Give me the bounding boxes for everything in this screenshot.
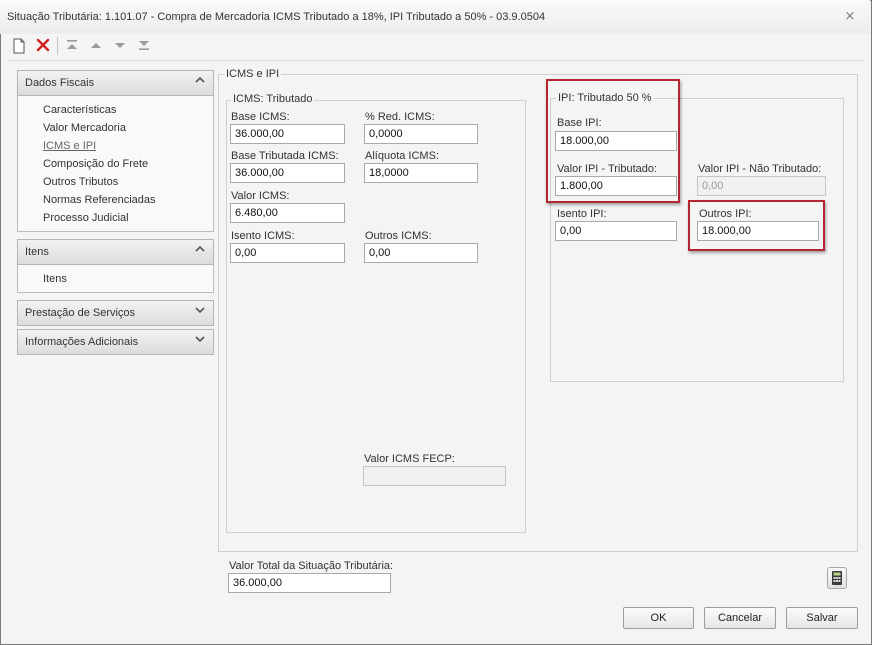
valor-icms-label: Valor ICMS:	[231, 190, 290, 202]
isento-ipi-label: Isento IPI:	[557, 208, 607, 220]
red-icms-field[interactable]: 0,0000	[364, 124, 478, 144]
sidebar-header-informacoes-adicionais[interactable]: Informações Adicionais	[17, 329, 214, 355]
valor-icms-field[interactable]: 6.480,00	[230, 203, 345, 223]
window-title: Situação Tributária: 1.101.07 - Compra d…	[7, 11, 546, 23]
move-last-icon[interactable]	[136, 38, 152, 54]
sidebar-header-itens[interactable]: Itens	[17, 239, 214, 265]
calculator-button[interactable]	[827, 567, 847, 589]
cancel-button[interactable]: Cancelar	[704, 607, 776, 629]
move-down-icon[interactable]	[112, 38, 128, 54]
sidebar-header-prestacao-servicos[interactable]: Prestação de Serviços	[17, 300, 214, 326]
outros-ipi-field[interactable]: 18.000,00	[697, 221, 819, 241]
delete-icon[interactable]	[35, 38, 51, 54]
sidebar-header-label: Informações Adicionais	[25, 336, 139, 348]
base-ipi-field[interactable]: 18.000,00	[555, 131, 677, 151]
base-icms-label: Base ICMS:	[231, 111, 290, 123]
sidebar-header-dados-fiscais[interactable]: Dados Fiscais	[17, 70, 214, 96]
chevron-up-icon	[195, 75, 205, 85]
toolbar-divider	[8, 60, 864, 61]
icms-ipi-group-title: ICMS e IPI	[224, 68, 282, 80]
valor-icms-fecp-label: Valor ICMS FECP:	[364, 453, 455, 465]
outros-ipi-label: Outros IPI:	[699, 208, 752, 220]
valor-ipi-nao-tributado-label: Valor IPI - Não Tributado:	[698, 163, 822, 175]
valor-ipi-nao-tributado-field: 0,00	[697, 176, 826, 196]
save-button[interactable]: Salvar	[786, 607, 858, 629]
ipi-group-title: IPI: Tributado 50 %	[556, 92, 654, 104]
chevron-down-icon	[195, 334, 205, 344]
chevron-up-icon	[195, 244, 205, 254]
sidebar-item-itens[interactable]: Itens	[43, 273, 67, 285]
icms-group-title: ICMS: Tributado	[231, 93, 315, 105]
outros-icms-field[interactable]: 0,00	[364, 243, 478, 263]
sidebar-item-processo-judicial[interactable]: Processo Judicial	[43, 212, 129, 224]
base-icms-field[interactable]: 36.000,00	[230, 124, 345, 144]
close-icon[interactable]: ⨯	[843, 9, 857, 23]
chevron-down-icon	[195, 305, 205, 315]
base-tributada-icms-field[interactable]: 36.000,00	[230, 163, 345, 183]
sidebar-header-label: Prestação de Serviços	[25, 307, 136, 319]
ok-button[interactable]: OK	[623, 607, 694, 629]
new-document-icon[interactable]	[11, 38, 27, 54]
calculator-icon	[832, 571, 842, 585]
move-first-icon[interactable]	[64, 38, 80, 54]
sidebar-header-label: Itens	[25, 246, 49, 258]
sidebar-item-outros-tributos[interactable]: Outros Tributos	[43, 176, 118, 188]
isento-icms-field[interactable]: 0,00	[230, 243, 345, 263]
valor-total-label: Valor Total da Situação Tributária:	[229, 560, 394, 572]
isento-icms-label: Isento ICMS:	[231, 230, 295, 242]
valor-icms-fecp-field	[363, 466, 506, 486]
valor-ipi-tributado-field[interactable]: 1.800,00	[555, 176, 677, 196]
valor-total-field[interactable]: 36.000,00	[228, 573, 391, 593]
sidebar-item-normas-referenciadas[interactable]: Normas Referenciadas	[43, 194, 156, 206]
valor-ipi-tributado-label: Valor IPI - Tributado:	[557, 163, 658, 175]
base-ipi-label: Base IPI:	[557, 117, 602, 129]
sidebar-item-composicao-frete[interactable]: Composição do Frete	[43, 158, 148, 170]
move-up-icon[interactable]	[88, 38, 104, 54]
sidebar-header-label: Dados Fiscais	[25, 77, 95, 89]
outros-icms-label: Outros ICMS:	[365, 230, 432, 242]
aliquota-icms-label: Alíquota ICMS:	[365, 150, 439, 162]
red-icms-label: % Red. ICMS:	[365, 111, 435, 123]
sidebar-item-caracteristicas[interactable]: Características	[43, 104, 116, 116]
aliquota-icms-field[interactable]: 18,0000	[364, 163, 478, 183]
sidebar-item-icms-e-ipi[interactable]: ICMS e IPI	[43, 140, 96, 152]
base-tributada-icms-label: Base Tributada ICMS:	[231, 150, 339, 162]
sidebar-item-valor-mercadoria[interactable]: Valor Mercadoria	[43, 122, 126, 134]
toolbar-separator	[57, 37, 58, 55]
isento-ipi-field[interactable]: 0,00	[555, 221, 677, 241]
